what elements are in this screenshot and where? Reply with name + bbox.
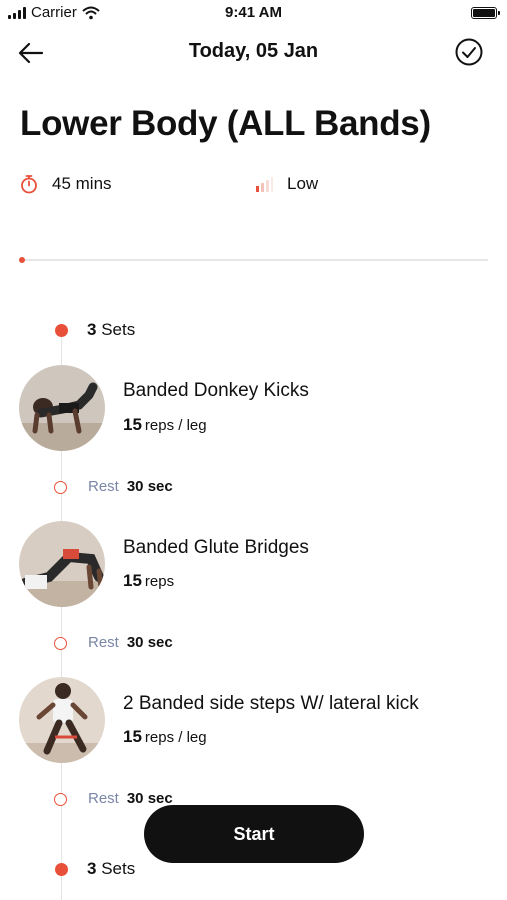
exercise-reps: 15 reps / leg xyxy=(123,415,207,435)
duration-info: 45 mins xyxy=(20,174,112,194)
rest-row: Rest 30 sec xyxy=(88,790,173,807)
exercise-thumbnail-donkey-kicks[interactable] xyxy=(19,365,105,451)
exercise-reps: 15 reps / leg xyxy=(123,727,207,747)
reps-unit: reps / leg xyxy=(144,417,207,434)
intensity-text: Low xyxy=(287,174,319,193)
exercise-name[interactable]: Banded Glute Bridges xyxy=(123,537,309,559)
rest-label: Rest xyxy=(88,790,119,807)
exercise-thumbnail-side-steps[interactable] xyxy=(19,677,105,763)
complete-check-icon[interactable] xyxy=(455,38,483,66)
rest-value: 30 sec xyxy=(126,634,173,651)
rest-row: Rest 30 sec xyxy=(88,634,173,651)
reps-unit: reps xyxy=(144,573,175,590)
rest-label: Rest xyxy=(88,478,119,495)
rest-value: 30 sec xyxy=(126,478,173,495)
exercise-name[interactable]: 2 Banded side steps W/ lateral kick xyxy=(123,693,419,715)
rest-marker xyxy=(54,793,67,806)
status-time: 9:41 AM xyxy=(225,4,282,21)
rest-marker xyxy=(54,481,67,494)
header-date: Today, 05 Jan xyxy=(188,40,319,62)
sets-word: Sets xyxy=(101,320,136,339)
exercise-reps: 15 reps xyxy=(123,571,174,591)
exercise-name[interactable]: Banded Donkey Kicks xyxy=(123,380,309,402)
rest-value: 30 sec xyxy=(126,790,173,807)
reps-count: 15 xyxy=(123,415,142,434)
workout-progress-marker xyxy=(19,257,25,263)
reps-unit: reps / leg xyxy=(144,729,207,746)
stopwatch-icon xyxy=(21,175,37,194)
rest-row: Rest 30 sec xyxy=(88,478,173,495)
exercise-photo xyxy=(19,365,105,451)
sets-label: 3 Sets xyxy=(87,320,135,340)
sets-marker xyxy=(55,863,68,876)
exercise-photo xyxy=(19,677,105,763)
sets-word: Sets xyxy=(101,859,136,878)
rest-label: Rest xyxy=(88,634,119,651)
intensity-info: Low xyxy=(255,174,318,194)
exercise-photo xyxy=(19,521,105,607)
sets-marker xyxy=(55,324,68,337)
status-bar: Carrier 9:41 AM xyxy=(0,0,507,26)
duration-text: 45 mins xyxy=(52,174,112,193)
reps-count: 15 xyxy=(123,571,142,590)
workout-title: Lower Body (ALL Bands) xyxy=(20,104,431,143)
battery-icon xyxy=(471,7,500,19)
sets-count: 3 xyxy=(87,859,97,878)
exercise-thumbnail-glute-bridges[interactable] xyxy=(19,521,105,607)
intensity-bars-icon xyxy=(256,177,273,192)
workout-progress-bar xyxy=(20,259,488,261)
rest-marker xyxy=(54,637,67,650)
reps-count: 15 xyxy=(123,727,142,746)
sets-label: 3 Sets xyxy=(87,859,135,879)
sets-count: 3 xyxy=(87,320,97,339)
start-button[interactable]: Start xyxy=(144,805,364,863)
